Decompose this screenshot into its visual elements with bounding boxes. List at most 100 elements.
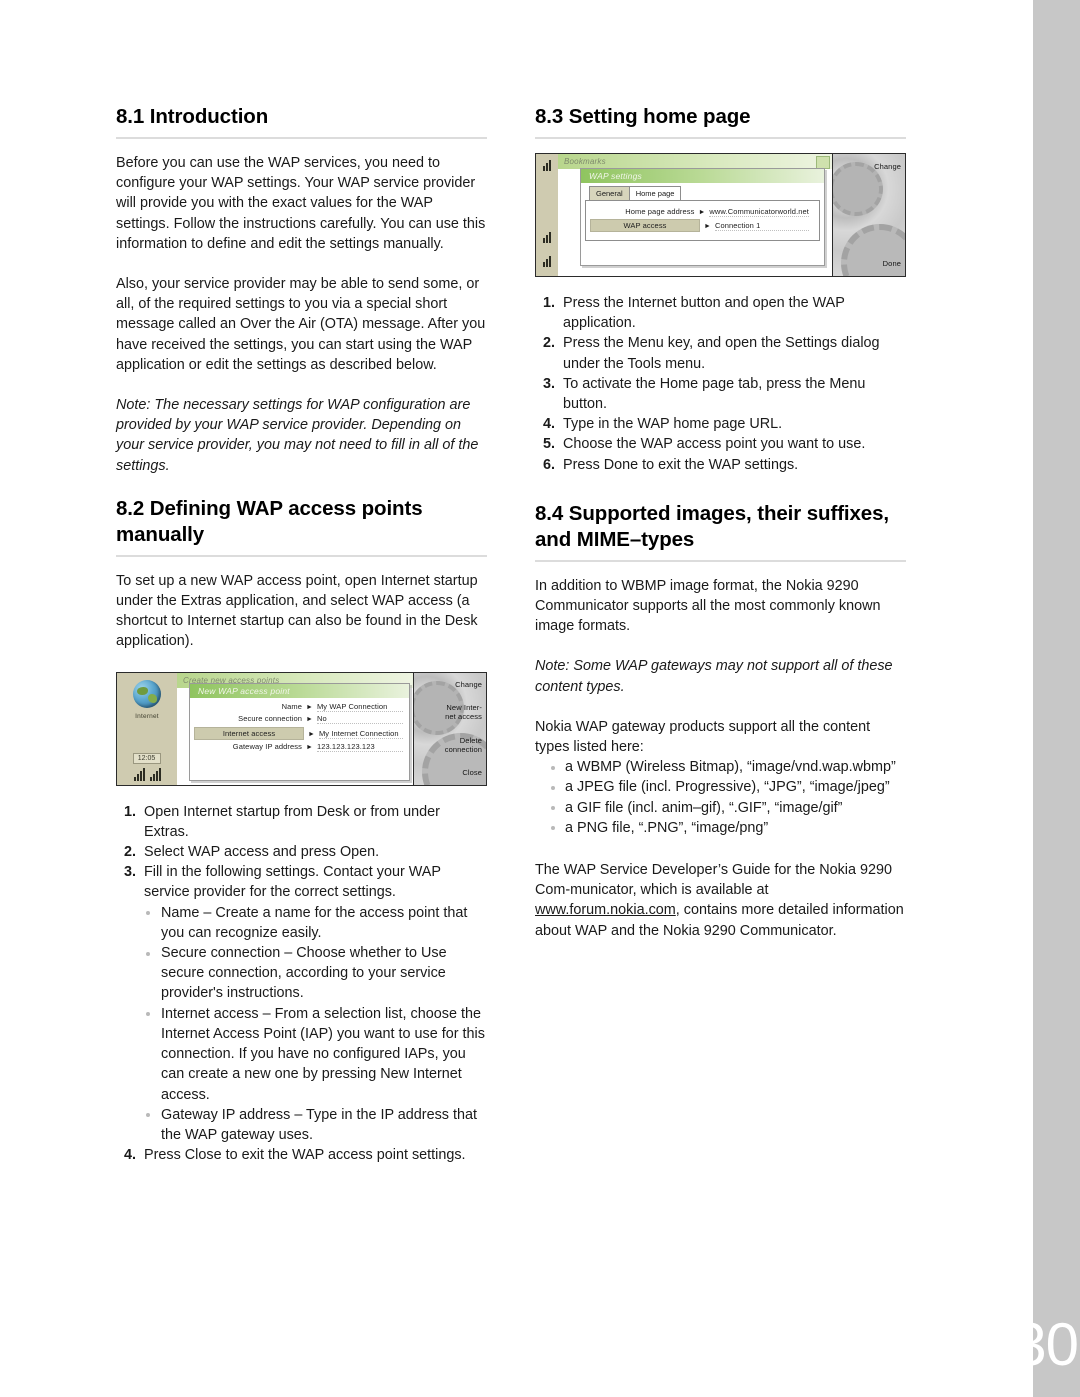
signal-strength-icon [542, 158, 552, 174]
field-label-highlighted: Internet access [194, 726, 304, 740]
step-text: Press Close to exit the WAP access point… [144, 1147, 466, 1164]
page-edge-band [1033, 0, 1080, 1397]
mime-item: a PNG file, “.PNG”, “image/png” [535, 818, 906, 838]
closing-text-before-link: The WAP Service Developer’s Guide for th… [535, 862, 893, 899]
device-button-close[interactable]: Close [462, 768, 482, 777]
device-command-panel: Change Done [832, 154, 905, 276]
field-label-highlighted: WAP access [590, 219, 700, 232]
step-item: 4. Press Close to exit the WAP access po… [116, 1145, 487, 1165]
step-item: 2. Select WAP access and press Open. [116, 842, 487, 862]
heading-rule [116, 137, 487, 139]
paragraph-8-4-closing: The WAP Service Developer’s Guide for th… [535, 860, 906, 941]
chevron-right-icon: ► [698, 208, 706, 216]
step-item: 4. Type in the WAP home page URL. [535, 414, 906, 434]
step-number: 2. [542, 335, 555, 352]
step-number: 4. [542, 416, 555, 433]
device-tab-panel: Home page address ► www.Communicatorworl… [585, 199, 820, 241]
field-value[interactable]: www.Communicatorworld.net [709, 207, 809, 217]
tab-home-page[interactable]: Home page [628, 186, 682, 200]
step-text: Choose the WAP access point you want to … [563, 436, 866, 453]
device-field-row-selected[interactable]: Internet access ► My Internet Connection [194, 726, 403, 740]
field-value[interactable]: Connection 1 [714, 221, 809, 231]
step-text: Type in the WAP home page URL. [563, 416, 783, 433]
bullet-item: Name – Create a name for the access poin… [144, 903, 487, 943]
step-item: 3. To activate the Home page tab, press … [535, 374, 906, 414]
device-main-area: Bookmarks WAP settings General Home page… [558, 154, 833, 276]
device-field-list: Name ► My WAP Connection Secure connecti… [190, 698, 409, 753]
field-value[interactable]: My Internet Connection [318, 729, 403, 739]
device-tab-strip: General Home page [581, 183, 824, 200]
step-item: 3. Fill in the following settings. Conta… [116, 862, 487, 1145]
field-value[interactable]: My WAP Connection [316, 702, 403, 712]
device-button-new-internet-access[interactable]: New Inter- net access [445, 703, 482, 721]
field-label: Home page address [625, 206, 695, 216]
step-item: 5. Choose the WAP access point you want … [535, 434, 906, 454]
device-field-row[interactable]: Name ► My WAP Connection [194, 702, 403, 712]
battery-level-icon [542, 230, 552, 246]
heading-8-4-line1: 8.4 Supported images, their suffixes, [535, 501, 890, 525]
device-button-change[interactable]: Change [455, 680, 482, 689]
chevron-right-icon: ► [306, 744, 313, 752]
mime-item: a JPEG file (incl. Progressive), “JPG”, … [535, 777, 906, 797]
steps-8-2: 1. Open Internet startup from Desk or fr… [116, 802, 487, 1166]
device-status-row [133, 767, 161, 781]
device-field-row-selected[interactable]: WAP access ► Connection 1 [590, 219, 809, 232]
globe-icon [133, 679, 161, 708]
chevron-right-icon: ► [704, 223, 711, 230]
chevron-right-icon: ► [306, 703, 313, 711]
device-command-buttons: Change Done [833, 154, 905, 276]
device-sidebar [536, 154, 559, 276]
device-main-area: Create new access points New WAP access … [177, 672, 414, 785]
tab-general[interactable]: General [589, 186, 630, 200]
device-dialog: WAP settings General Home page Home page… [580, 168, 825, 266]
step-number: 1. [123, 803, 136, 820]
heading-8-4: 8.4 Supported images, their suffixes, an… [535, 501, 906, 553]
note-8-1: Note: The necessary settings for WAP con… [116, 397, 479, 474]
forum-nokia-link[interactable]: www.forum.nokia.com [535, 902, 676, 918]
device-field-row[interactable]: Secure connection ► No [194, 714, 403, 725]
step-text: Press the Menu key, and open the Setting… [563, 335, 880, 372]
heading-8-1: 8.1 Introduction [116, 105, 269, 128]
device-field-row[interactable]: Home page address ► www.Communicatorworl… [590, 207, 809, 217]
steps-8-3: 1. Press the Internet button and open th… [535, 293, 906, 475]
device-titlebar-text: Bookmarks [564, 157, 606, 166]
figure-new-wap-access-point: Internet 12:05 Create new access points … [116, 671, 487, 786]
device-field-row[interactable]: Gateway IP address ► 123.123.123.123 [194, 742, 403, 753]
step-text: Fill in the following settings. Contact … [144, 864, 441, 901]
heading-rule [535, 559, 906, 562]
field-label: Name [281, 701, 302, 711]
mime-type-list: a WBMP (Wireless Bitmap), “image/vnd.wap… [535, 757, 906, 838]
field-value[interactable]: 123.123.123.123 [316, 742, 403, 753]
device-app-label: Internet [135, 712, 159, 720]
device-dialog: New WAP access point Name ► My WAP Conne… [189, 682, 410, 781]
heading-rule [535, 137, 906, 139]
step-item: 2. Press the Menu key, and open the Sett… [535, 333, 906, 373]
step-number: 2. [123, 844, 136, 861]
field-value[interactable]: No [316, 714, 403, 725]
device-dialog-title: WAP settings [581, 169, 824, 183]
step-number: 6. [542, 456, 555, 473]
heading-rule [116, 554, 487, 557]
paragraph-8-4-list-intro: Nokia WAP gateway products support all t… [535, 718, 871, 756]
signal-strength-icon [133, 767, 145, 781]
step-number: 3. [123, 864, 136, 881]
chevron-right-icon: ► [306, 716, 313, 724]
step-text: Select WAP access and press Open. [144, 844, 380, 861]
paragraph-8-2-intro: To set up a new WAP access point, open I… [116, 572, 478, 650]
heading-8-4-line2: and MIME–types [535, 527, 695, 551]
paragraph-8-1-ota: Also, your service provider may be able … [116, 276, 486, 373]
device-command-panel: Change New Inter- net access Delete conn… [413, 672, 486, 785]
note-8-4: Note: Some WAP gateways may not support … [535, 658, 893, 695]
step-sub-bullets: Name – Create a name for the access poin… [144, 903, 487, 1145]
device-button-change[interactable]: Change [874, 162, 901, 171]
device-button-done[interactable]: Done [883, 259, 901, 268]
step-text: Press the Internet button and open the W… [563, 295, 845, 332]
step-text: To activate the Home page tab, press the… [563, 375, 866, 413]
heading-8-2: 8.2 Defining WAP access points manually [116, 496, 423, 546]
device-button-delete-connection[interactable]: Delete connection [445, 736, 482, 754]
step-number: 5. [542, 436, 555, 453]
device-sidebar: Internet 12:05 [117, 672, 178, 785]
step-item: 1. Press the Internet button and open th… [535, 293, 906, 333]
device-titlebar: Bookmarks [558, 154, 833, 169]
page-number: 30 [1013, 1311, 1079, 1378]
